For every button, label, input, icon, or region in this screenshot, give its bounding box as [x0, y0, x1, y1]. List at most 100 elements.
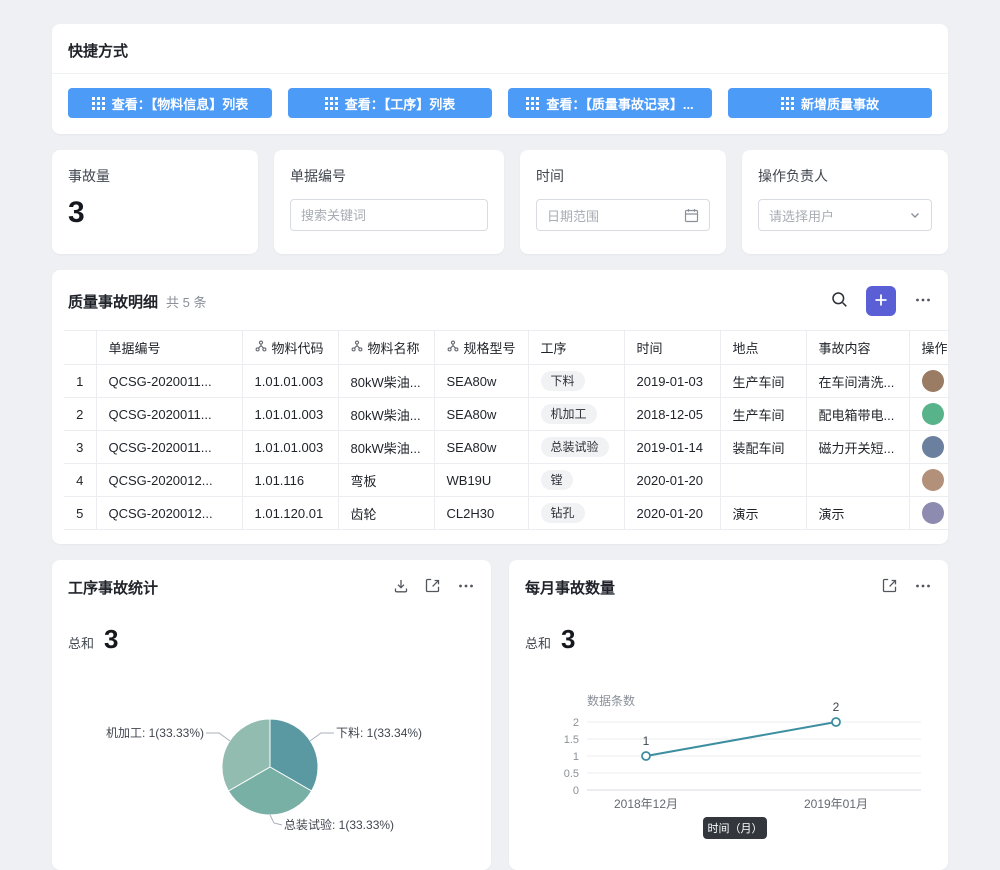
grid-apps-icon	[526, 97, 539, 110]
shortcut-view-quality-records-button[interactable]: 查看：【质量事故记录】...	[508, 88, 712, 118]
y-tick: 1.5	[564, 734, 579, 746]
doc-no-filter-card: 单据编号	[274, 150, 504, 254]
table-row[interactable]: 4 QCSG-2020012... 1.01.116 弯板 WB19U 镗 20…	[64, 464, 948, 497]
data-point-1[interactable]	[642, 752, 650, 760]
y-tick: 1	[573, 751, 579, 763]
cell-place: 生产车间	[720, 398, 806, 431]
cell-time: 2020-01-20	[624, 464, 720, 497]
link-field-icon	[447, 340, 459, 355]
shortcut-view-process-list-button[interactable]: 查看：【工序】列表	[288, 88, 492, 118]
table-header-row: 单据编号 物料代码 物料名称 规格型号 工序 时间 地点 事故内容 操作负责人	[64, 331, 948, 365]
shortcuts-title: 快捷方式	[68, 38, 932, 73]
open-fullscreen-button[interactable]	[882, 578, 898, 597]
x-tick: 2018年12月	[614, 797, 678, 811]
cell-spec: SEA80w	[434, 398, 528, 431]
process-tag: 总装试验	[541, 437, 609, 457]
shortcut-label: 新增质量事故	[801, 94, 879, 113]
column-header-material-code: 物料代码	[242, 331, 338, 365]
avatar	[922, 469, 944, 491]
shortcut-view-material-list-button[interactable]: 查看：【物料信息】列表	[68, 88, 272, 118]
pie-label-xialiao: 下料: 1(33.34%)	[336, 726, 422, 740]
cell-time: 2018-12-05	[624, 398, 720, 431]
cell-operator	[909, 464, 948, 497]
pie-label-line	[270, 815, 282, 825]
row-index: 5	[64, 497, 96, 530]
column-label: 物料代码	[272, 338, 324, 357]
more-options-button[interactable]	[457, 577, 475, 598]
cell-time: 2019-01-03	[624, 365, 720, 398]
y-tick: 0.5	[564, 768, 579, 780]
external-link-icon	[425, 578, 441, 597]
operator-select[interactable]: 请选择用户	[758, 199, 932, 231]
external-link-icon	[882, 578, 898, 597]
grid-apps-icon	[92, 97, 105, 110]
x-axis-name: 时间（月）	[708, 822, 763, 835]
column-header-doc-no: 单据编号	[96, 331, 242, 365]
column-label: 规格型号	[464, 338, 516, 357]
open-fullscreen-button[interactable]	[425, 578, 441, 597]
operator-filter-card: 操作负责人 请选择用户	[742, 150, 948, 254]
cell-spec: WB19U	[434, 464, 528, 497]
plus-icon	[874, 293, 888, 310]
cell-process: 镗	[528, 464, 624, 497]
cell-place: 生产车间	[720, 365, 806, 398]
avatar	[922, 403, 944, 425]
column-header-time: 时间	[624, 331, 720, 365]
pie-label-zongzhuangshiyan: 总装试验: 1(33.33%)	[284, 817, 394, 832]
total-value: 3	[561, 624, 575, 655]
cell-doc-no: QCSG-2020011...	[96, 431, 242, 464]
shortcut-label: 查看：【质量事故记录】...	[546, 94, 693, 113]
table-row[interactable]: 2 QCSG-2020011... 1.01.01.003 80kW柴油... …	[64, 398, 948, 431]
table-actions	[831, 286, 932, 316]
pie-total-row: 总和 3	[68, 624, 475, 655]
more-options-button[interactable]	[914, 291, 932, 312]
shortcut-add-quality-accident-button[interactable]: 新增质量事故	[728, 88, 932, 118]
chart-header: 每月事故数量	[525, 574, 932, 600]
column-label: 事故内容	[819, 341, 871, 356]
table-row[interactable]: 3 QCSG-2020011... 1.01.01.003 80kW柴油... …	[64, 431, 948, 464]
divider	[52, 73, 948, 74]
total-label: 总和	[68, 633, 94, 652]
cell-material-name: 齿轮	[338, 497, 434, 530]
table-scroll-area[interactable]: 单据编号 物料代码 物料名称 规格型号 工序 时间 地点 事故内容 操作负责人 …	[52, 330, 948, 530]
table-row[interactable]: 5 QCSG-2020012... 1.01.120.01 齿轮 CL2H30 …	[64, 497, 948, 530]
column-header-spec: 规格型号	[434, 331, 528, 365]
avatar	[922, 370, 944, 392]
more-options-button[interactable]	[914, 577, 932, 598]
data-point-2[interactable]	[832, 718, 840, 726]
cell-operator	[909, 398, 948, 431]
grid-apps-icon	[781, 97, 794, 110]
filter-label: 操作负责人	[758, 166, 932, 186]
cell-material-code: 1.01.120.01	[242, 497, 338, 530]
table-row[interactable]: 1 QCSG-2020011... 1.01.01.003 80kW柴油... …	[64, 365, 948, 398]
process-tag: 下料	[541, 371, 585, 391]
download-button[interactable]	[393, 578, 409, 597]
add-record-button[interactable]	[866, 286, 896, 316]
doc-no-search-input[interactable]	[301, 208, 477, 223]
date-range-picker[interactable]: 日期范围	[536, 199, 710, 231]
ellipsis-icon	[457, 577, 475, 598]
cell-material-code: 1.01.01.003	[242, 398, 338, 431]
column-header-material-name: 物料名称	[338, 331, 434, 365]
column-label: 地点	[733, 341, 759, 356]
accident-count-card: 事故量 3	[52, 150, 258, 254]
cell-time: 2020-01-20	[624, 497, 720, 530]
date-range-placeholder: 日期范围	[547, 206, 676, 225]
avatar	[922, 436, 944, 458]
column-label: 物料名称	[368, 338, 420, 357]
cell-place: 演示	[720, 497, 806, 530]
ellipsis-icon	[914, 577, 932, 598]
cell-place	[720, 464, 806, 497]
search-button[interactable]	[831, 291, 848, 311]
point-label: 1	[643, 734, 650, 748]
column-label: 时间	[637, 341, 663, 356]
time-filter-card: 时间 日期范围	[520, 150, 726, 254]
chart-actions	[882, 577, 932, 598]
cell-process: 机加工	[528, 398, 624, 431]
cell-content: 在车间清洗...	[806, 365, 909, 398]
grid-apps-icon	[325, 97, 338, 110]
line-chart: 数据条数 2 1.5 1 0.5 0	[525, 661, 933, 861]
cell-process: 钻孔	[528, 497, 624, 530]
filter-label: 单据编号	[290, 166, 488, 186]
cell-content: 磁力开关短...	[806, 431, 909, 464]
